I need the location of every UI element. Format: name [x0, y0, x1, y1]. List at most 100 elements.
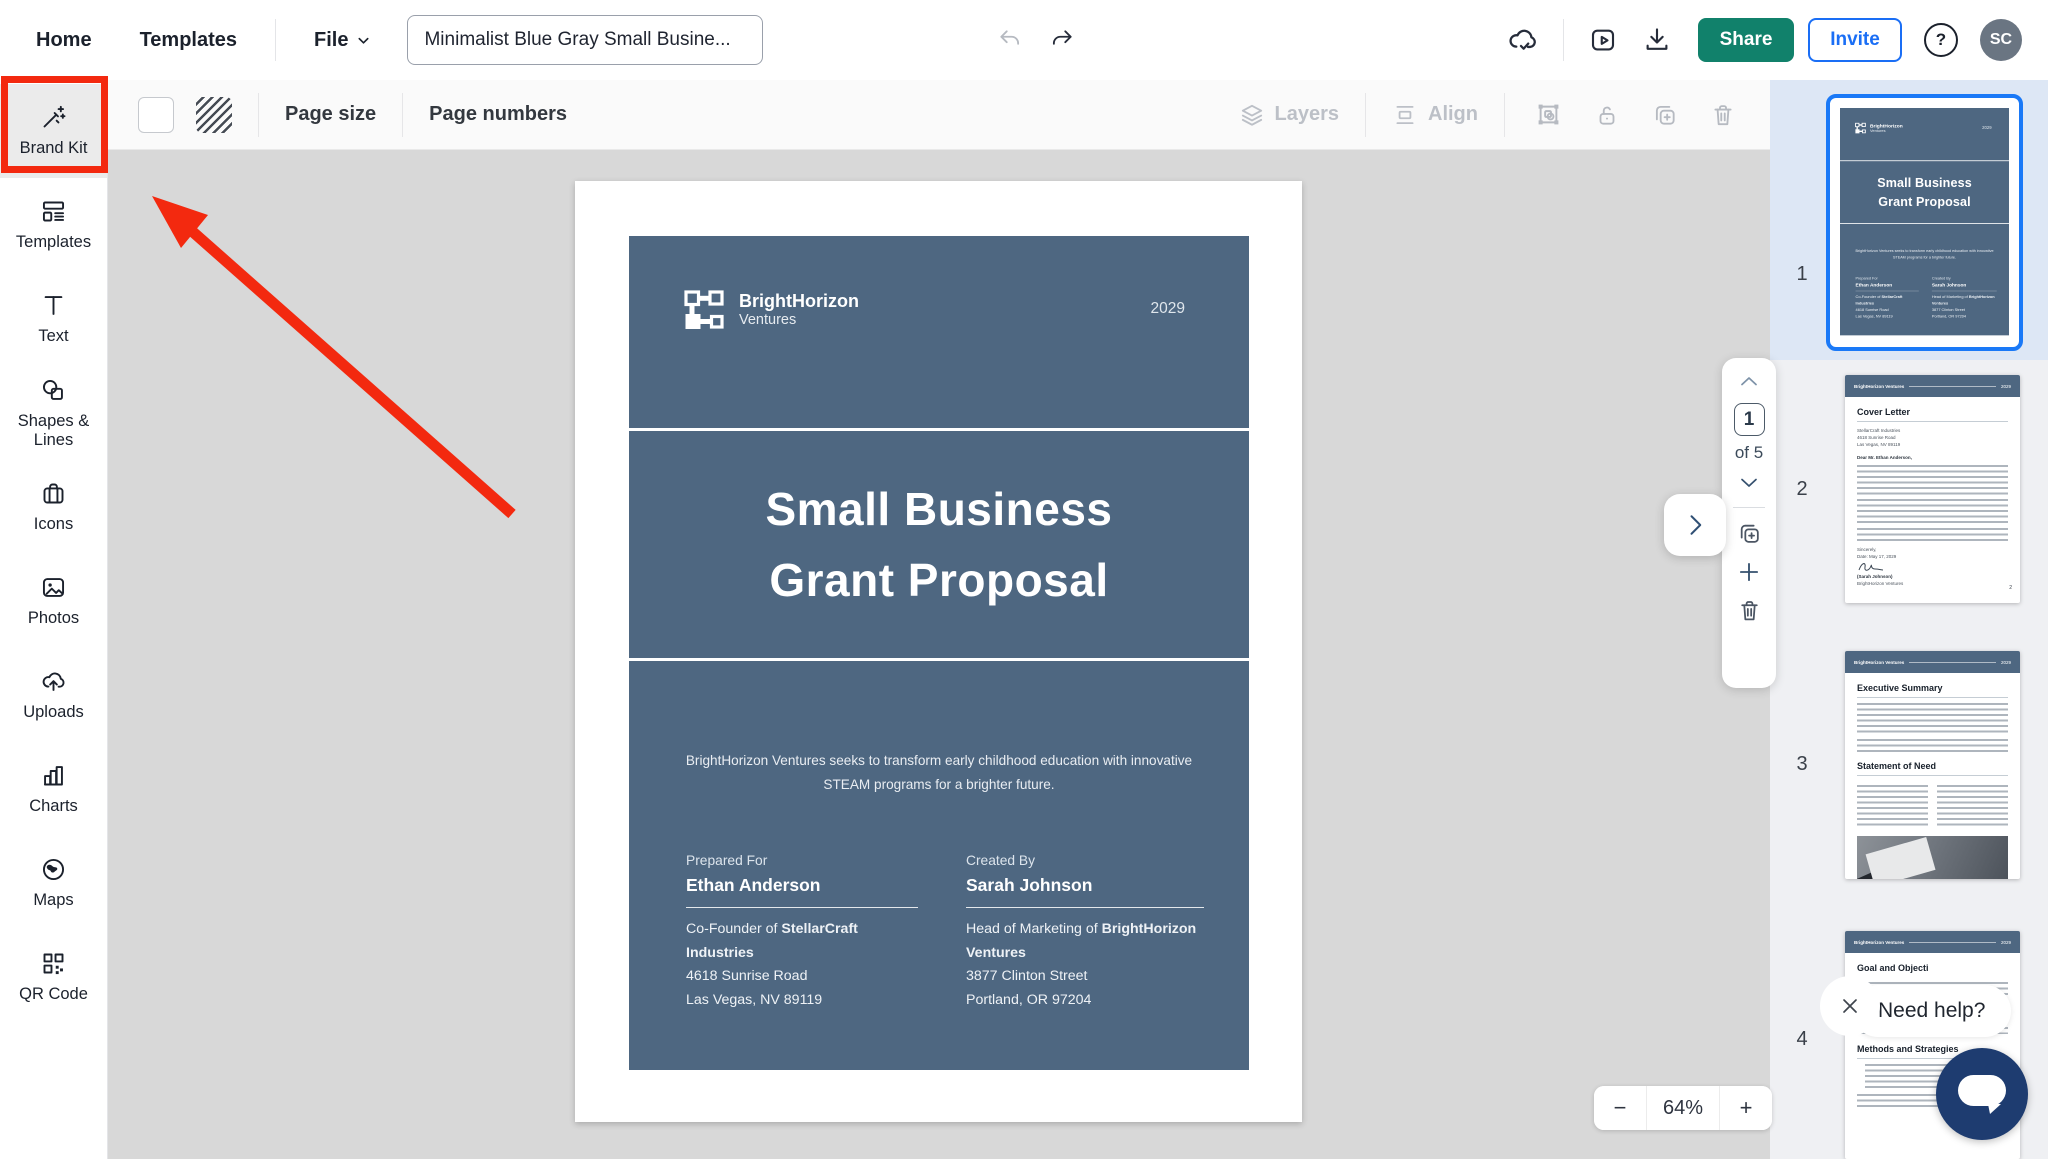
close-icon — [1838, 994, 1862, 1018]
lock-open-icon — [1594, 102, 1620, 128]
page-navigator: 1 of 5 — [1722, 358, 1776, 688]
divider — [1563, 19, 1564, 61]
prepared-for-block: Prepared For Ethan Anderson Co-Founder o… — [686, 853, 918, 1012]
file-menu-button[interactable]: File — [314, 29, 371, 52]
collapse-panel-button[interactable] — [1664, 494, 1726, 556]
download-button[interactable] — [1638, 21, 1676, 59]
text-icon — [40, 292, 67, 319]
templates-link[interactable]: Templates — [140, 29, 237, 52]
page-size-button[interactable]: Page size — [285, 103, 376, 126]
sidebar-item-qr-code[interactable]: QR Code — [0, 930, 107, 1024]
duplicate-button[interactable] — [1648, 98, 1682, 132]
delete-button[interactable] — [1706, 98, 1740, 132]
brand-logo-icon — [1855, 122, 1866, 133]
page-thumbnail-3[interactable]: BrightHorizon Ventures2029 Executive Sum… — [1845, 651, 2020, 879]
cover-header-section: BrightHorizon Ventures 2029 — [629, 236, 1249, 431]
invite-button[interactable]: Invite — [1808, 18, 1902, 62]
thumb-title: Cover Letter — [1857, 407, 2008, 422]
left-sidebar: Brand Kit Templates Text Shapes & Lines … — [0, 80, 108, 1159]
sidebar-item-photos[interactable]: Photos — [0, 554, 107, 648]
cover-block[interactable]: BrightHorizon Ventures 2029 Small Busine… — [629, 236, 1249, 1070]
page-down-button[interactable] — [1737, 470, 1761, 494]
sidebar-item-templates[interactable]: Templates — [0, 178, 107, 272]
align-button[interactable]: Align — [1392, 102, 1478, 128]
chevron-down-icon — [356, 33, 371, 48]
page-number-label: 2 — [1790, 478, 1814, 501]
zoom-level[interactable]: 64% — [1646, 1086, 1720, 1130]
question-mark-icon: ? — [1936, 30, 1946, 50]
cover-description: BrightHorizon Ventures seeks to transfor… — [667, 749, 1212, 797]
trash-icon — [1710, 102, 1736, 128]
present-icon — [1588, 25, 1618, 55]
canvas-page[interactable]: BrightHorizon Ventures 2029 Small Busine… — [575, 181, 1302, 1122]
lock-button[interactable] — [1590, 98, 1624, 132]
thumb-title: Goal and Objecti — [1857, 963, 2008, 977]
page-pattern-swatch[interactable] — [196, 97, 232, 133]
document-title-input[interactable] — [407, 15, 763, 65]
thumb-photo — [1857, 836, 2008, 879]
page-color-swatch[interactable] — [138, 97, 174, 133]
created-by-block: Created By Sarah Johnson Head of Marketi… — [966, 853, 1204, 1012]
signature-squiggle — [1857, 560, 2008, 573]
present-button[interactable] — [1584, 21, 1622, 59]
chevron-down-icon — [1737, 470, 1761, 494]
cloud-check-icon — [1507, 24, 1539, 56]
divider — [258, 93, 259, 137]
redo-button[interactable] — [1045, 23, 1079, 57]
zoom-in-button[interactable]: + — [1720, 1086, 1772, 1130]
duplicate-icon — [1737, 521, 1762, 546]
undo-icon — [997, 27, 1023, 53]
page-count-label: of 5 — [1735, 443, 1763, 463]
chevron-up-icon — [1737, 370, 1761, 394]
group-selection-icon — [1535, 101, 1562, 128]
share-button[interactable]: Share — [1698, 18, 1794, 62]
delete-page-button[interactable] — [1737, 598, 1762, 623]
home-link[interactable]: Home — [36, 29, 92, 52]
zoom-control: − 64% + — [1594, 1086, 1772, 1130]
page-number-label: 3 — [1790, 753, 1814, 776]
cloud-saved-button[interactable] — [1503, 20, 1543, 60]
zoom-out-button[interactable]: − — [1594, 1086, 1646, 1130]
help-button[interactable]: ? — [1924, 23, 1958, 57]
sidebar-item-charts[interactable]: Charts — [0, 742, 107, 836]
divider — [275, 19, 276, 61]
divider — [1504, 93, 1505, 137]
cloud-upload-icon — [40, 668, 67, 695]
trash-icon — [1737, 598, 1762, 623]
divider — [1733, 507, 1765, 508]
page-thumbnail-2[interactable]: BrightHorizon Ventures2029 Cover Letter … — [1845, 375, 2020, 603]
page-thumbnail-1[interactable]: BrightHorizon Ventures 2029 Small Busine… — [1826, 94, 2023, 351]
globe-icon — [40, 856, 67, 883]
align-icon — [1392, 102, 1418, 128]
duplicate-page-button[interactable] — [1737, 521, 1762, 546]
page-numbers-button[interactable]: Page numbers — [429, 103, 567, 126]
sidebar-item-icons[interactable]: Icons — [0, 460, 107, 554]
add-page-button[interactable] — [1736, 559, 1762, 585]
sidebar-item-uploads[interactable]: Uploads — [0, 648, 107, 742]
magic-wand-icon — [40, 104, 67, 131]
brand-sub: Ventures — [739, 312, 859, 329]
cover-year: 2029 — [1151, 300, 1185, 318]
layers-button[interactable]: Layers — [1239, 102, 1340, 128]
briefcase-icon — [40, 480, 67, 507]
divider — [1365, 93, 1366, 137]
bar-chart-icon — [40, 762, 67, 789]
editor-toolbar: Page size Page numbers Layers Align — [108, 80, 1770, 150]
avatar[interactable]: SC — [1980, 19, 2022, 61]
sidebar-item-maps[interactable]: Maps — [0, 836, 107, 930]
undo-button[interactable] — [993, 23, 1027, 57]
group-select-button[interactable] — [1531, 97, 1566, 132]
current-page-indicator[interactable]: 1 — [1734, 403, 1765, 436]
sidebar-item-brand-kit[interactable]: Brand Kit — [0, 84, 107, 178]
duplicate-icon — [1652, 102, 1678, 128]
plus-icon — [1736, 559, 1762, 585]
qr-code-icon — [40, 950, 67, 977]
page-number-label: 4 — [1790, 1028, 1814, 1051]
cover-body-section: BrightHorizon Ventures seeks to transfor… — [629, 749, 1249, 1152]
layers-icon — [1239, 102, 1265, 128]
dismiss-help-button[interactable] — [1820, 976, 1880, 1036]
page-up-button[interactable] — [1737, 370, 1761, 394]
chat-widget-button[interactable] — [1936, 1048, 2028, 1140]
sidebar-item-text[interactable]: Text — [0, 272, 107, 366]
sidebar-item-shapes-lines[interactable]: Shapes & Lines — [0, 366, 107, 460]
